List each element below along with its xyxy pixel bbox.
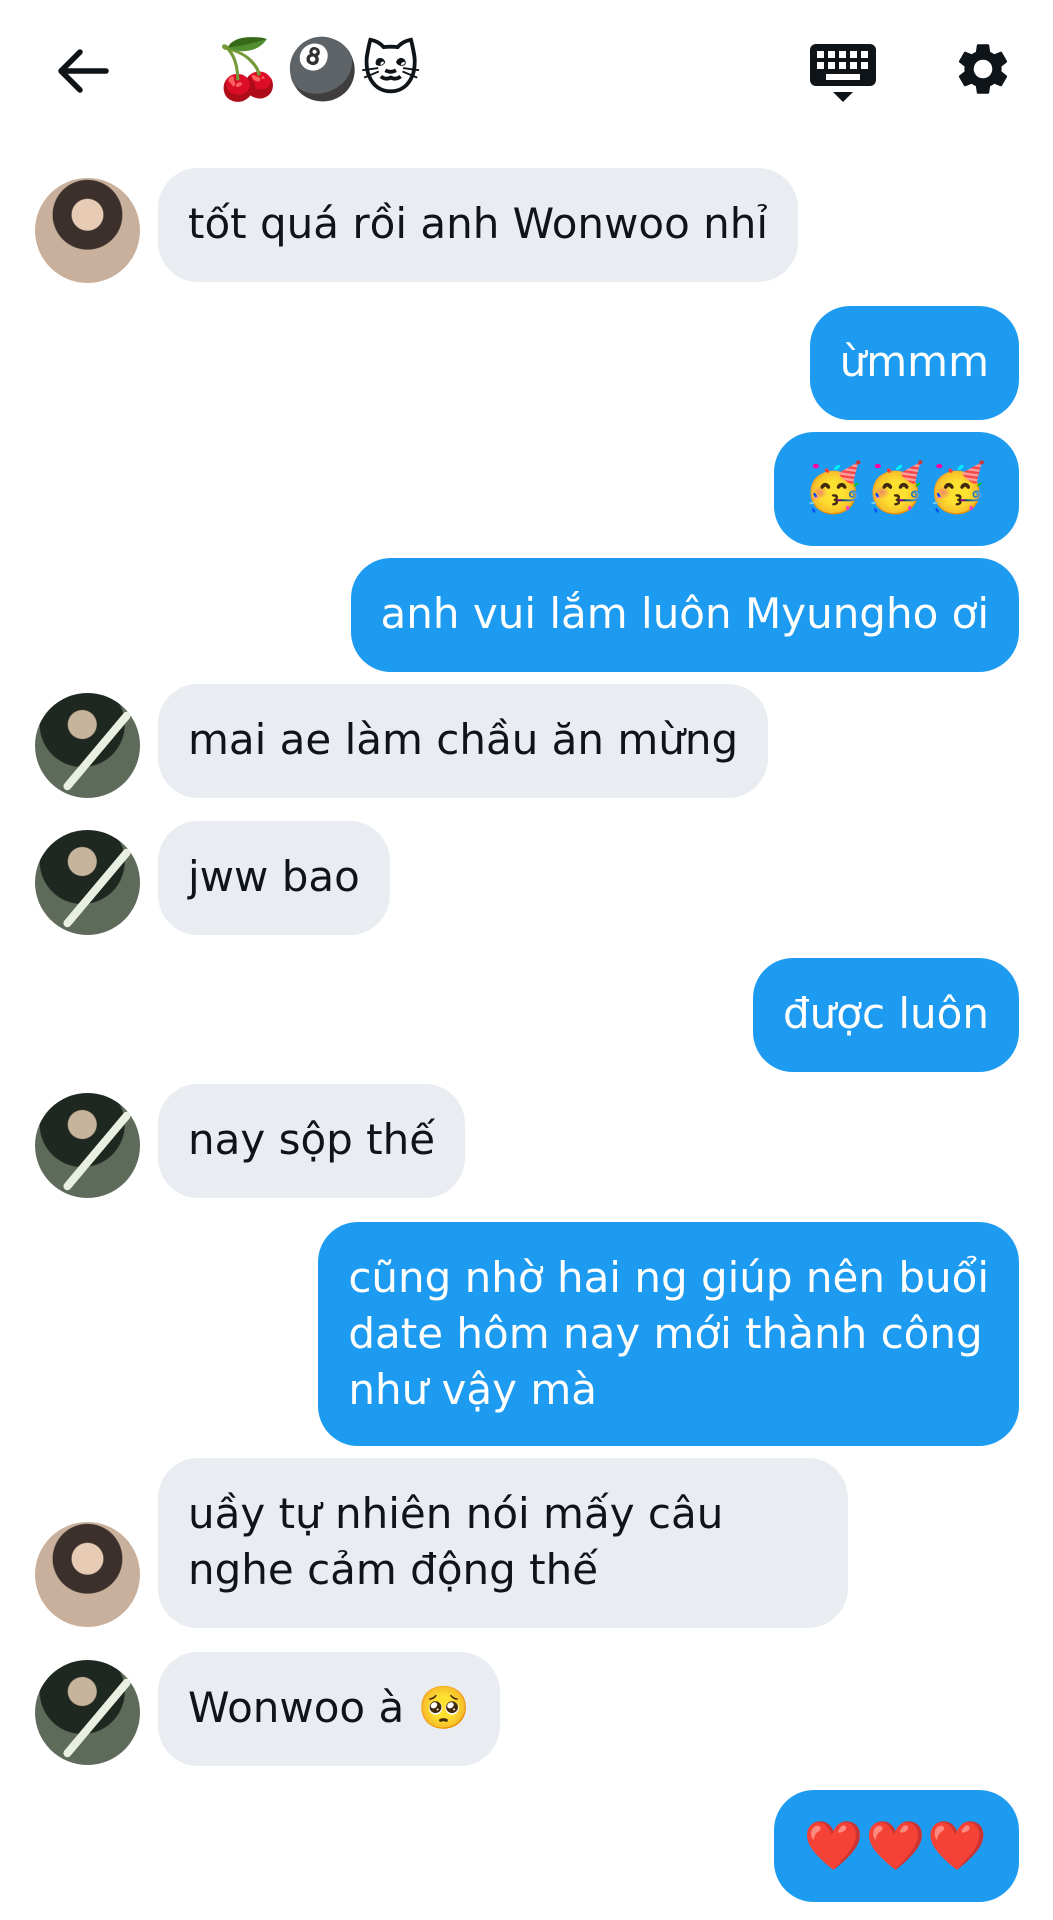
keyboard-button[interactable] xyxy=(808,42,878,106)
back-button[interactable] xyxy=(48,36,118,106)
message-outgoing[interactable]: cũng nhờ hai ng giúp nên buổi date hôm n… xyxy=(318,1222,1019,1446)
message-incoming[interactable]: uầy tự nhiên nói mấy câu nghe cảm động t… xyxy=(158,1458,848,1628)
message-incoming[interactable]: nay sộp thế xyxy=(158,1084,466,1198)
conversation-header: 🍒🎱🐱 xyxy=(0,0,1053,146)
message-outgoing[interactable]: ừmmm xyxy=(809,306,1019,420)
message-incoming[interactable]: Wonwoo à 🥺 xyxy=(158,1652,500,1766)
settings-button[interactable] xyxy=(952,38,1014,100)
avatar[interactable] xyxy=(35,1522,140,1627)
gear-icon xyxy=(958,44,1008,94)
message-outgoing[interactable]: 🥳🥳🥳 xyxy=(773,432,1019,546)
message-incoming[interactable]: jww bao xyxy=(158,821,390,935)
arrow-left-icon xyxy=(58,49,109,93)
keyboard-icon xyxy=(810,44,876,102)
message-outgoing[interactable]: được luôn xyxy=(752,958,1019,1072)
conversation-title[interactable]: 🍒🎱🐱 xyxy=(212,34,423,104)
message-outgoing[interactable]: anh vui lắm luôn Myungho ơi xyxy=(350,558,1019,672)
avatar[interactable] xyxy=(35,1660,140,1765)
avatar[interactable] xyxy=(35,830,140,935)
message-outgoing[interactable]: ❤️❤️❤️ xyxy=(773,1790,1019,1902)
message-incoming[interactable]: mai ae làm chầu ăn mừng xyxy=(158,684,769,798)
avatar[interactable] xyxy=(35,1093,140,1198)
avatar[interactable] xyxy=(35,693,140,798)
message-incoming[interactable]: tốt quá rồi anh Wonwoo nhỉ xyxy=(158,168,799,282)
avatar[interactable] xyxy=(35,178,140,283)
